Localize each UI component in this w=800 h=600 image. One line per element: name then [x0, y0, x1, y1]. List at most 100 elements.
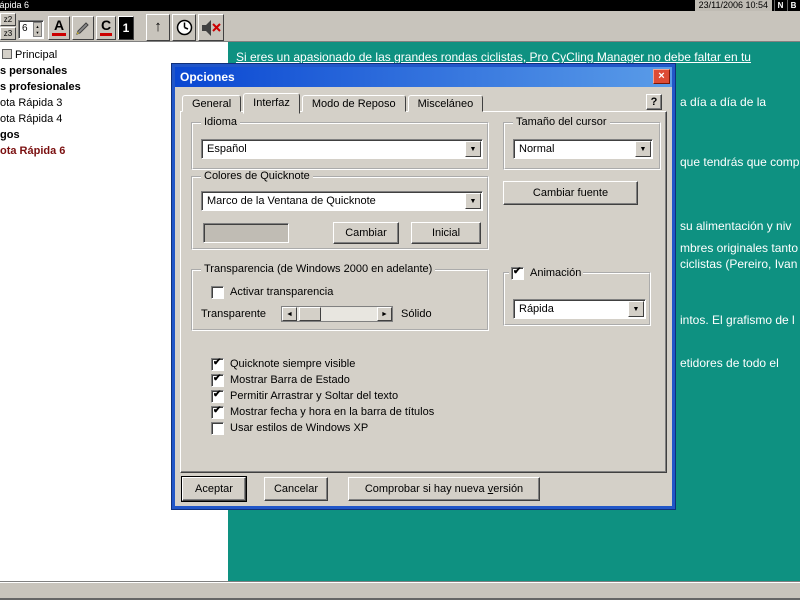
note-text-fragment: intos. El grafismo de l [680, 313, 795, 327]
tab-interfaz[interactable]: Interfaz [243, 93, 300, 114]
quicknote-visible-checkbox[interactable]: ✔ Quicknote siempre visible [211, 357, 355, 371]
color-c-button[interactable]: C [96, 16, 116, 40]
arrastrar-soltar-checkbox[interactable]: ✔ Permitir Arrastrar y Soltar del texto [211, 389, 398, 403]
options-dialog: Opciones × General Interfaz Modo de Repo… [172, 64, 675, 509]
quicknote-colors-group: Colores de Quicknote Marco de la Ventana… [191, 176, 489, 250]
cambiar-color-button[interactable]: Cambiar [333, 222, 399, 244]
animacion-checkbox[interactable]: ✔ Animación [509, 266, 583, 280]
c-button-label: C [97, 17, 115, 34]
slider-thumb[interactable] [299, 307, 321, 321]
titlebar-n-button[interactable]: N [774, 0, 786, 11]
mute-button[interactable] [198, 14, 224, 41]
transparency-label: Transparencia (de Windows 2000 en adelan… [201, 263, 435, 276]
sidebar-item-gos[interactable]: gos [0, 128, 20, 143]
close-button[interactable]: × [653, 69, 670, 84]
font-size-value: 6 [22, 23, 28, 34]
combo-value: Rápida [519, 303, 554, 315]
button-label: ersión [493, 483, 523, 495]
zoom-z3-button[interactable]: z3 [0, 27, 16, 40]
tab-modo-de-reposo[interactable]: Modo de Reposo [302, 95, 406, 112]
barra-estado-checkbox[interactable]: ✔ Mostrar Barra de Estado [211, 373, 350, 387]
arrow-up-icon: ↑ [154, 18, 162, 35]
cambiar-fuente-button[interactable]: Cambiar fuente [503, 181, 638, 205]
fecha-hora-checkbox[interactable]: ✔ Mostrar fecha y hora en la barra de tí… [211, 405, 434, 419]
check-version-button[interactable]: Comprobar si hay nueva versión [348, 477, 540, 501]
window-title: Rápida 6 [0, 0, 29, 11]
chevron-down-icon[interactable]: ▼ [465, 141, 481, 157]
count-badge: 1 [118, 16, 134, 40]
combo-value: Español [207, 143, 247, 155]
pen-icon [75, 20, 91, 36]
check-icon: ✔ [213, 389, 221, 400]
close-icon: × [658, 70, 664, 82]
dialog-title: Opciones [180, 70, 235, 84]
checkbox-box: ✔ [211, 286, 224, 299]
font-color-button[interactable]: A [48, 16, 70, 40]
transparency-group: Transparencia (de Windows 2000 en adelan… [191, 269, 489, 331]
sidebar-item-label: ota Rápida 6 [0, 145, 65, 157]
idioma-group: Idioma Español ▼ [191, 122, 489, 170]
checkbox-box: ✔ [511, 267, 524, 280]
font-size-spinner[interactable]: 6 ▲▼ [18, 20, 44, 39]
sidebar-item-personales[interactable]: s personales [0, 64, 67, 79]
font-color-bar-icon [52, 33, 66, 36]
note-text-fragment: etidores de todo el [680, 356, 779, 370]
timer-button[interactable] [172, 14, 196, 41]
aceptar-button[interactable]: Aceptar [182, 477, 246, 501]
checkbox-box: ✔ [211, 390, 224, 403]
chevron-down-icon[interactable]: ▼ [628, 301, 644, 317]
note-icon [2, 49, 12, 59]
help-button[interactable]: ? [646, 94, 662, 110]
tab-strip: General Interfaz Modo de Reposo Miscelán… [182, 93, 485, 112]
check-icon: ✔ [213, 373, 221, 384]
sidebar-item-nota-rapida-3[interactable]: ota Rápida 3 [0, 96, 62, 111]
color-preview-swatch [203, 223, 289, 243]
titlebar-b-button[interactable]: B [787, 0, 799, 11]
cursor-size-select[interactable]: Normal ▼ [513, 139, 653, 159]
check-icon: ✔ [513, 266, 521, 277]
sidebar-item-profesionales[interactable]: s profesionales [0, 80, 81, 95]
checkbox-label: Usar estilos de Windows XP [230, 422, 368, 434]
combo-value: Marco de la Ventana de Quicknote [207, 195, 376, 207]
chevron-down-icon[interactable]: ▼ [465, 193, 481, 209]
color-target-select[interactable]: Marco de la Ventana de Quicknote ▼ [201, 191, 483, 211]
checkbox-box: ✔ [211, 422, 224, 435]
cancelar-button[interactable]: Cancelar [264, 477, 328, 501]
sidebar-item-nota-rapida-4[interactable]: ota Rápida 4 [0, 112, 62, 127]
spinner-arrows-icon[interactable]: ▲▼ [33, 22, 42, 37]
sidebar-item-principal[interactable]: Principal [2, 48, 57, 63]
spin-down-icon[interactable]: ▼ [34, 30, 41, 36]
sidebar-item-label: ota Rápida 3 [0, 97, 62, 109]
sidebar-item-label: Principal [15, 49, 57, 61]
note-text-fragment: que tendrás que comp [680, 155, 799, 169]
inicial-button[interactable]: Inicial [411, 222, 481, 244]
tab-miscelaneo[interactable]: Misceláneo [408, 95, 484, 112]
note-text-fragment: mbres originales tanto [680, 241, 798, 255]
tab-content: Idioma Español ▼ Tamaño del cursor Norma… [180, 111, 667, 473]
highlighter-button[interactable] [72, 16, 94, 40]
checkbox-label: Permitir Arrastrar y Soltar del texto [230, 390, 398, 402]
zoom-z2-button[interactable]: z2 [0, 13, 16, 26]
checkbox-box: ✔ [211, 406, 224, 419]
app-window: Rápida 6 23/11/2006 10:54 N B z2 z3 6 ▲▼… [0, 0, 800, 600]
transparency-slider[interactable]: ◄ ► [281, 306, 393, 322]
solido-label: Sólido [401, 308, 432, 320]
sidebar-item-label: gos [0, 129, 20, 141]
checkbox-box: ✔ [211, 374, 224, 387]
sidebar-item-nota-rapida-6[interactable]: ota Rápida 6 [0, 144, 65, 159]
slider-right-arrow-icon[interactable]: ► [377, 307, 392, 321]
animation-speed-select[interactable]: Rápida ▼ [513, 299, 646, 319]
checkbox-label: Animación [530, 267, 581, 279]
estilos-xp-checkbox[interactable]: ✔ Usar estilos de Windows XP [211, 421, 368, 435]
arrow-up-button[interactable]: ↑ [146, 14, 170, 41]
activar-transparencia-checkbox[interactable]: ✔ Activar transparencia [211, 285, 333, 299]
sidebar-item-label: s personales [0, 65, 67, 77]
window-titlebar: Rápida 6 23/11/2006 10:54 N B [0, 0, 800, 11]
dialog-titlebar[interactable]: Opciones × [175, 67, 672, 87]
idioma-select[interactable]: Español ▼ [201, 139, 483, 159]
chevron-down-icon[interactable]: ▼ [635, 141, 651, 157]
slider-left-arrow-icon[interactable]: ◄ [282, 307, 297, 321]
quicknote-colors-label: Colores de Quicknote [201, 170, 313, 183]
tab-general[interactable]: General [182, 95, 241, 112]
check-icon: ✔ [213, 357, 221, 368]
